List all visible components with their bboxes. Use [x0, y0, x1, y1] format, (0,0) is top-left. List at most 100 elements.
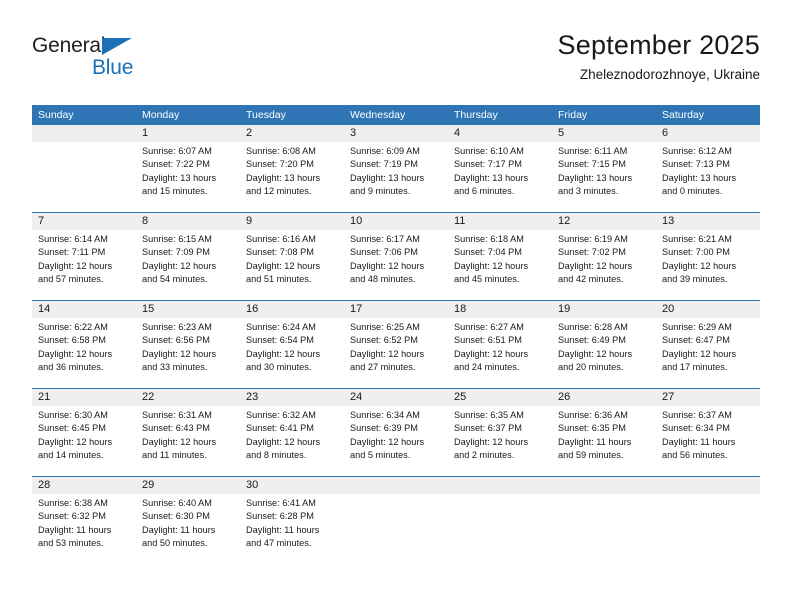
weekday-header-tuesday: Tuesday — [246, 109, 286, 121]
day-detail-line: Sunset: 6:54 PM — [246, 335, 314, 346]
day-detail-line: Sunrise: 6:36 AM — [558, 410, 628, 420]
day-cell-23[interactable]: 23 Sunrise: 6:32 AM Sunset: 6:41 PM Dayligh… — [240, 389, 344, 476]
day-cell-12[interactable]: 12 Sunrise: 6:19 AM Sunset: 7:02 PM Dayligh… — [552, 213, 656, 300]
day-detail-line: Sunrise: 6:28 AM — [558, 322, 628, 332]
day-detail-line: Sunset: 7:04 PM — [454, 247, 522, 258]
day-detail-line: Sunset: 6:28 PM — [246, 511, 314, 522]
day-cell-16[interactable]: 16 Sunrise: 6:24 AM Sunset: 6:54 PM Dayligh… — [240, 301, 344, 388]
day-cell-19[interactable]: 19 Sunrise: 6:28 AM Sunset: 6:49 PM Dayligh… — [552, 301, 656, 388]
day-cell-8[interactable]: 8 Sunrise: 6:15 AM Sunset: 7:09 PM Daylight… — [136, 213, 240, 300]
day-detail-line: Sunrise: 6:14 AM — [38, 234, 108, 244]
day-cell-14[interactable]: 14 Sunrise: 6:22 AM Sunset: 6:58 PM Dayligh… — [32, 301, 136, 388]
location-subtitle: Zheleznodorozhnoye, Ukraine — [579, 67, 760, 82]
day-details: Sunrise: 6:15 AM Sunset: 7:09 PM Daylight:… — [136, 230, 240, 287]
day-cell-18[interactable]: 18 Sunrise: 6:27 AM Sunset: 6:51 PM Dayligh… — [448, 301, 552, 388]
day-cell-9[interactable]: 9 Sunrise: 6:16 AM Sunset: 7:08 PM Daylight… — [240, 213, 344, 300]
day-number: 20 — [662, 303, 675, 315]
calendar-week-row: 21 Sunrise: 6:30 AM Sunset: 6:45 PM Dayligh… — [32, 388, 760, 476]
day-cell-10[interactable]: 10 Sunrise: 6:17 AM Sunset: 7:06 PM Dayligh… — [344, 213, 448, 300]
day-detail-line: Daylight: 12 hours — [454, 436, 529, 447]
day-cell-11[interactable]: 11 Sunrise: 6:18 AM Sunset: 7:04 PM Dayligh… — [448, 213, 552, 300]
day-detail-line: Sunrise: 6:32 AM — [246, 410, 316, 420]
day-detail-line: Sunrise: 6:27 AM — [454, 322, 524, 332]
day-number-band: 28 — [32, 477, 136, 494]
day-cell-27[interactable]: 27 Sunrise: 6:37 AM Sunset: 6:34 PM Dayligh… — [656, 389, 760, 476]
day-detail-line: Daylight: 12 hours — [142, 436, 217, 447]
day-number: 9 — [246, 215, 253, 227]
day-cell-15[interactable]: 15 Sunrise: 6:23 AM Sunset: 6:56 PM Dayligh… — [136, 301, 240, 388]
day-detail-line: and 0 minutes. — [662, 186, 723, 197]
day-detail-line: Daylight: 13 hours — [454, 172, 529, 183]
day-details — [656, 494, 760, 497]
logo-text-general: General — [32, 34, 106, 57]
logo-text-blue: Blue — [92, 56, 134, 79]
day-number: 13 — [662, 215, 675, 227]
day-details: Sunrise: 6:34 AM Sunset: 6:39 PM Daylight:… — [344, 406, 448, 463]
day-cell-25[interactable]: 25 Sunrise: 6:35 AM Sunset: 6:37 PM Dayligh… — [448, 389, 552, 476]
day-details: Sunrise: 6:18 AM Sunset: 7:04 PM Daylight:… — [448, 230, 552, 287]
day-cell-4[interactable]: 4 Sunrise: 6:10 AM Sunset: 7:17 PM Daylight… — [448, 125, 552, 212]
day-detail-line: Daylight: 12 hours — [246, 260, 321, 271]
day-detail-line: Sunset: 7:20 PM — [246, 159, 314, 170]
day-number: 11 — [454, 215, 466, 227]
day-cell-24[interactable]: 24 Sunrise: 6:34 AM Sunset: 6:39 PM Dayligh… — [344, 389, 448, 476]
day-detail-line: Daylight: 11 hours — [246, 524, 320, 535]
weekday-header-friday: Friday — [558, 109, 588, 121]
day-detail-line: Daylight: 12 hours — [350, 260, 425, 271]
day-detail-line: Sunset: 7:19 PM — [350, 159, 418, 170]
day-number-band — [344, 477, 448, 494]
day-detail-line: Sunrise: 6:10 AM — [454, 146, 524, 156]
day-detail-line: Sunrise: 6:17 AM — [350, 234, 420, 244]
day-number: 1 — [142, 127, 149, 139]
day-cell-30[interactable]: 30 Sunrise: 6:41 AM Sunset: 6:28 PM Dayligh… — [240, 477, 344, 564]
day-detail-line: and 36 minutes. — [38, 362, 104, 373]
day-detail-line: Sunrise: 6:35 AM — [454, 410, 524, 420]
day-cell-7[interactable]: 7 Sunrise: 6:14 AM Sunset: 7:11 PM Daylight… — [32, 213, 136, 300]
day-detail-line: and 54 minutes. — [142, 274, 208, 285]
day-details: Sunrise: 6:23 AM Sunset: 6:56 PM Daylight:… — [136, 318, 240, 375]
day-cell-3[interactable]: 3 Sunrise: 6:09 AM Sunset: 7:19 PM Daylight… — [344, 125, 448, 212]
day-number-band: 24 — [344, 389, 448, 406]
day-detail-line: Sunset: 7:15 PM — [558, 159, 626, 170]
day-detail-line: Daylight: 13 hours — [662, 172, 737, 183]
day-details: Sunrise: 6:28 AM Sunset: 6:49 PM Daylight:… — [552, 318, 656, 375]
day-detail-line: and 11 minutes. — [142, 450, 207, 461]
day-cell-17[interactable]: 17 Sunrise: 6:25 AM Sunset: 6:52 PM Dayligh… — [344, 301, 448, 388]
day-detail-line: Sunrise: 6:22 AM — [38, 322, 108, 332]
day-detail-line: and 14 minutes. — [38, 450, 104, 461]
day-detail-line: and 48 minutes. — [350, 274, 416, 285]
day-detail-line: Sunset: 6:32 PM — [38, 511, 106, 522]
day-detail-line: and 6 minutes. — [454, 186, 515, 197]
day-cell-22[interactable]: 22 Sunrise: 6:31 AM Sunset: 6:43 PM Dayligh… — [136, 389, 240, 476]
day-number-band: 26 — [552, 389, 656, 406]
day-detail-line: Sunrise: 6:21 AM — [662, 234, 732, 244]
day-detail-line: and 27 minutes. — [350, 362, 416, 373]
calendar-weeks: 1 Sunrise: 6:07 AM Sunset: 7:22 PM Daylight… — [32, 125, 760, 564]
day-cell-6[interactable]: 6 Sunrise: 6:12 AM Sunset: 7:13 PM Daylight… — [656, 125, 760, 212]
day-detail-line: Sunset: 6:52 PM — [350, 335, 418, 346]
day-number: 8 — [142, 215, 149, 227]
day-cell-26[interactable]: 26 Sunrise: 6:36 AM Sunset: 6:35 PM Dayligh… — [552, 389, 656, 476]
day-number: 3 — [350, 127, 357, 139]
day-detail-line: Sunset: 7:09 PM — [142, 247, 210, 258]
day-cell-29[interactable]: 29 Sunrise: 6:40 AM Sunset: 6:30 PM Dayligh… — [136, 477, 240, 564]
day-detail-line: and 24 minutes. — [454, 362, 520, 373]
day-detail-line: Daylight: 11 hours — [142, 524, 216, 535]
day-cell-21[interactable]: 21 Sunrise: 6:30 AM Sunset: 6:45 PM Dayligh… — [32, 389, 136, 476]
day-number: 30 — [246, 479, 259, 491]
day-cell-5[interactable]: 5 Sunrise: 6:11 AM Sunset: 7:15 PM Daylight… — [552, 125, 656, 212]
day-number: 22 — [142, 391, 155, 403]
day-detail-line: and 3 minutes. — [558, 186, 619, 197]
calendar-week-row: 14 Sunrise: 6:22 AM Sunset: 6:58 PM Dayligh… — [32, 300, 760, 388]
day-number: 2 — [246, 127, 253, 139]
day-cell-2[interactable]: 2 Sunrise: 6:08 AM Sunset: 7:20 PM Daylight… — [240, 125, 344, 212]
day-details: Sunrise: 6:24 AM Sunset: 6:54 PM Daylight:… — [240, 318, 344, 375]
day-cell-20[interactable]: 20 Sunrise: 6:29 AM Sunset: 6:47 PM Dayligh… — [656, 301, 760, 388]
day-detail-line: Daylight: 12 hours — [38, 348, 113, 359]
day-cell-28[interactable]: 28 Sunrise: 6:38 AM Sunset: 6:32 PM Dayligh… — [32, 477, 136, 564]
day-details: Sunrise: 6:14 AM Sunset: 7:11 PM Daylight:… — [32, 230, 136, 287]
day-detail-line: Sunset: 6:30 PM — [142, 511, 210, 522]
day-cell-13[interactable]: 13 Sunrise: 6:21 AM Sunset: 7:00 PM Dayligh… — [656, 213, 760, 300]
day-cell-1[interactable]: 1 Sunrise: 6:07 AM Sunset: 7:22 PM Daylight… — [136, 125, 240, 212]
day-detail-line: Daylight: 11 hours — [558, 436, 632, 447]
